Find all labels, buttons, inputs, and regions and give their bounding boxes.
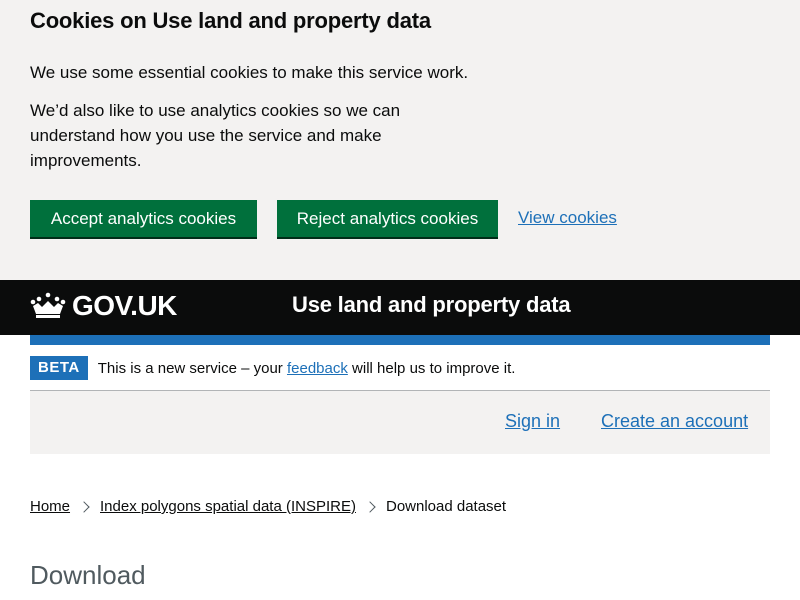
breadcrumb-current: Download dataset <box>385 498 507 515</box>
reject-cookies-button[interactable]: Reject analytics cookies <box>277 200 498 237</box>
govuk-logo-text: GOV.UK <box>72 290 177 321</box>
govuk-logo-link[interactable]: GOV.UK <box>30 290 177 322</box>
cookie-essential-text: We use some essential cookies to make th… <box>30 63 469 82</box>
feedback-link[interactable]: feedback <box>287 360 348 377</box>
breadcrumb: Home Index polygons spatial data (INSPIR… <box>30 498 506 515</box>
accept-cookies-button[interactable]: Accept analytics cookies <box>30 200 257 237</box>
breadcrumb-inspire[interactable]: Index polygons spatial data (INSPIRE) <box>100 498 356 515</box>
phase-text-after: will help us to improve it. <box>347 359 516 377</box>
page-title: Download <box>30 560 146 590</box>
beta-tag: BETA <box>30 356 88 380</box>
chevron-right-icon <box>78 500 90 513</box>
create-account-link[interactable]: Create an account <box>601 411 748 432</box>
chevron-right-icon <box>364 500 376 513</box>
sign-in-link[interactable]: Sign in <box>505 411 560 432</box>
service-name-link[interactable]: Use land and property data <box>292 292 571 318</box>
header-blue-bar <box>30 335 770 345</box>
cookie-analytics-text: We’d also like to use analytics cookies … <box>30 101 401 170</box>
view-cookies-link[interactable]: View cookies <box>518 208 617 228</box>
crown-icon <box>30 292 66 318</box>
phase-text-before: This is a new service – your <box>97 359 287 377</box>
cookie-banner-title: Cookies on Use land and property data <box>30 8 431 33</box>
cookie-banner: Cookies on Use land and property data We… <box>0 0 800 280</box>
breadcrumb-home[interactable]: Home <box>30 498 70 515</box>
phase-banner: BETA This is a new service – your feedba… <box>30 355 515 381</box>
